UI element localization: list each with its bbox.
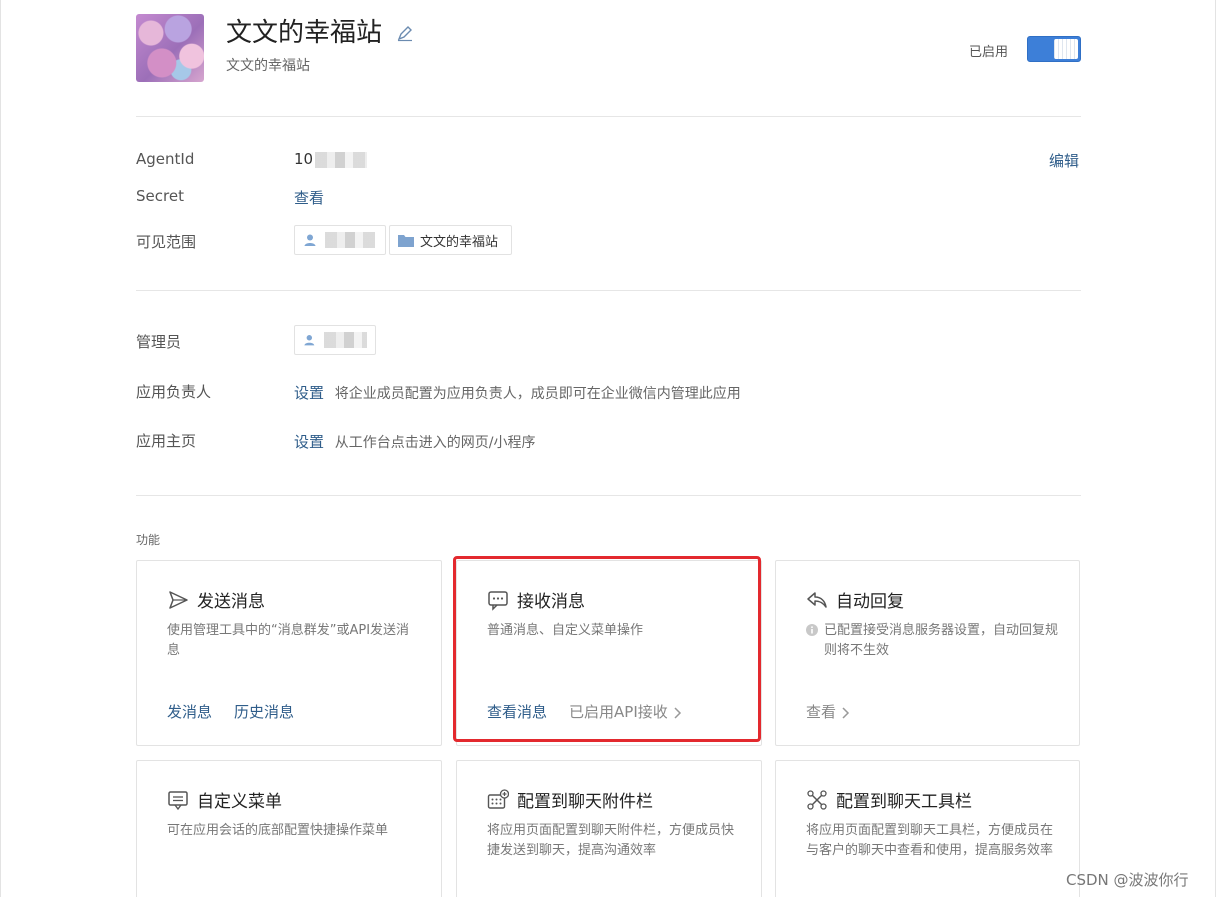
history-message-link[interactable]: 历史消息: [234, 701, 294, 722]
visibility-dept-chip[interactable]: 文文的幸福站: [389, 225, 512, 255]
homepage-set-link[interactable]: 设置: [294, 433, 324, 451]
watermark: CSDN @波波你行: [1066, 871, 1189, 889]
chevron-right-icon: [842, 706, 850, 719]
card-description: 可在应用会话的底部配置快捷操作菜单: [167, 823, 389, 838]
card-title: 自动回复: [836, 592, 904, 612]
send-message-link[interactable]: 发消息: [167, 701, 212, 722]
card-title: 接收消息: [517, 592, 585, 612]
card-description: 将应用页面配置到聊天附件栏，方便成员快捷发送到聊天，提高沟通效率: [487, 823, 735, 858]
card-actions: 查看: [806, 701, 850, 722]
card-header: 自动回复: [806, 587, 904, 612]
card-description: 普通消息、自定义菜单操作: [487, 623, 644, 638]
enable-toggle[interactable]: [1027, 36, 1081, 62]
edit-pencil-icon[interactable]: [396, 24, 414, 42]
admin-label: 管理员: [136, 333, 182, 351]
redacted-block: [323, 332, 367, 348]
card-chat-attachment-bar[interactable]: 配置到聊天附件栏 将应用页面配置到聊天附件栏，方便成员快捷发送到聊天，提高沟通效…: [456, 760, 762, 897]
card-header: 发送消息: [167, 587, 265, 612]
card-send-message: 发送消息 使用管理工具中的“消息群发”或API发送消息 发消息 历史消息: [136, 560, 442, 746]
redacted-block: [315, 151, 368, 168]
status-label: 已启用: [969, 45, 1009, 60]
admin-member-chip[interactable]: [294, 325, 376, 355]
secret-view-link[interactable]: 查看: [294, 187, 324, 208]
view-auto-reply-link[interactable]: 查看: [806, 701, 850, 722]
toggle-knob: [1054, 39, 1078, 59]
card-custom-menu[interactable]: 自定义菜单 可在应用会话的底部配置快捷操作菜单: [136, 760, 442, 897]
api-receive-status-link[interactable]: 已启用API接收: [569, 701, 682, 722]
view-label: 查看: [806, 703, 837, 721]
page-frame-left: [0, 0, 1, 897]
divider: [136, 290, 1081, 291]
owner-description: 将企业成员配置为应用负责人，成员即可在企业微信内管理此应用: [334, 386, 741, 402]
divider: [136, 495, 1081, 496]
owner-set-link[interactable]: 设置: [294, 384, 324, 402]
owner-label: 应用负责人: [136, 383, 212, 401]
api-receive-status-label: 已启用API接收: [569, 703, 668, 721]
menu-icon: [168, 790, 188, 810]
person-icon: [304, 234, 316, 246]
visibility-dept-label: 文文的幸福站: [420, 234, 499, 250]
card-receive-message: 接收消息 普通消息、自定义菜单操作 查看消息 已启用API接收: [456, 560, 762, 746]
card-description: 将应用页面配置到聊天工具栏，方便成员在与客户的聊天中查看和使用，提高服务效率: [806, 823, 1054, 858]
homepage-description: 从工作台点击进入的网页/小程序: [334, 435, 536, 451]
chevron-right-icon: [674, 706, 681, 719]
homepage-row: 设置 从工作台点击进入的网页/小程序: [294, 431, 536, 452]
visibility-label: 可见范围: [136, 233, 197, 251]
card-description: 使用管理工具中的“消息群发”或API发送消息: [167, 623, 410, 658]
reply-icon: [807, 591, 827, 608]
page-frame-right: [1215, 0, 1216, 897]
divider: [136, 116, 1081, 117]
agentid-label: AgentId: [136, 150, 195, 168]
app-avatar[interactable]: [136, 14, 204, 82]
card-header: 配置到聊天工具栏: [806, 787, 972, 812]
card-actions: 查看消息 已启用API接收: [487, 701, 682, 722]
app-name: 文文的幸福站: [226, 18, 383, 48]
card-header: 自定义菜单: [167, 787, 282, 812]
info-icon: [806, 624, 818, 636]
card-title: 配置到聊天附件栏: [517, 792, 653, 812]
card-header: 配置到聊天附件栏: [487, 787, 653, 812]
redacted-block: [325, 232, 375, 248]
visibility-member-chip[interactable]: [294, 225, 386, 255]
owner-row: 设置 将企业成员配置为应用负责人，成员即可在企业微信内管理此应用: [294, 382, 741, 403]
card-description: 已配置接受消息服务器设置，自动回复规则将不生效: [824, 623, 1059, 658]
attachment-grid-icon: [487, 788, 509, 809]
edit-link[interactable]: 编辑: [1049, 150, 1079, 171]
agentid-value: 10: [294, 150, 368, 168]
card-actions: 发消息 历史消息: [167, 701, 316, 722]
card-title: 配置到聊天工具栏: [836, 792, 972, 812]
card-title: 自定义菜单: [197, 792, 282, 812]
card-chat-toolbar[interactable]: 配置到聊天工具栏 将应用页面配置到聊天工具栏，方便成员在与客户的聊天中查看和使用…: [775, 760, 1080, 897]
chat-bubble-icon: [488, 590, 508, 611]
features-section-title: 功能: [136, 533, 161, 547]
app-subtitle: 文文的幸福站: [226, 58, 310, 74]
card-auto-reply: 自动回复 已配置接受消息服务器设置，自动回复规则将不生效 查看: [775, 560, 1080, 746]
folder-icon: [398, 234, 414, 247]
secret-label: Secret: [136, 187, 184, 205]
view-messages-link[interactable]: 查看消息: [487, 701, 547, 722]
toolbar-icon: [807, 789, 827, 810]
person-icon: [304, 335, 315, 346]
agentid-text: 10: [294, 150, 314, 168]
card-title: 发送消息: [197, 592, 265, 612]
card-header: 接收消息: [487, 587, 585, 612]
homepage-label: 应用主页: [136, 432, 197, 450]
send-icon: [169, 590, 188, 609]
